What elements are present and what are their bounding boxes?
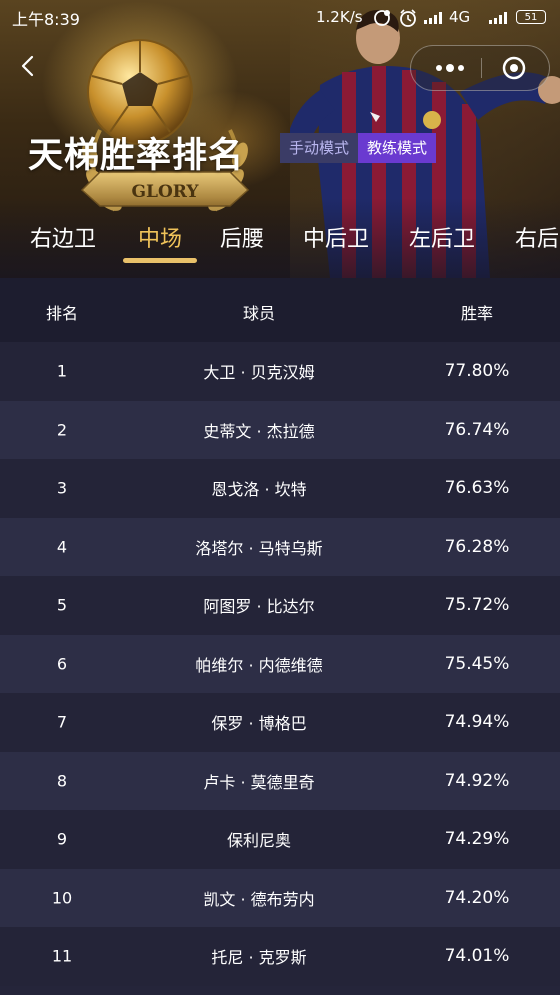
player-name-cell: 恩戈洛 · 坎特 bbox=[211, 480, 307, 500]
player-name-cell: 史蒂文 · 杰拉德 bbox=[203, 421, 315, 441]
rank-cell: 11 bbox=[51, 946, 73, 966]
table-row[interactable]: 10 凯文 · 德布劳内 74.20% bbox=[0, 868, 560, 927]
close-target-icon[interactable] bbox=[483, 46, 545, 90]
rank-cell: 2 bbox=[56, 420, 68, 440]
player-name-cell: 大卫 · 贝克汉姆 bbox=[203, 363, 315, 383]
mode-switch: 手动模式 教练模式 bbox=[280, 133, 437, 163]
miniprogram-capsule bbox=[410, 45, 550, 91]
column-win-rate: 胜率 bbox=[460, 304, 493, 323]
player-name-cell: 帕维尔 · 内德维德 bbox=[195, 655, 323, 675]
rank-cell: 9 bbox=[56, 829, 68, 849]
win-rate-cell: 77.80% bbox=[444, 361, 510, 382]
signal-icon bbox=[424, 12, 442, 24]
table-row[interactable]: 8 卢卡 · 莫德里奇 74.92% bbox=[0, 751, 560, 810]
rank-cell: 3 bbox=[56, 478, 68, 498]
table-row[interactable]: 6 帕维尔 · 内德维德 75.45% bbox=[0, 634, 560, 693]
status-network: 4G bbox=[449, 8, 471, 26]
mode-manual-button[interactable]: 手动模式 bbox=[280, 133, 359, 163]
status-time: 上午8:39 bbox=[12, 10, 80, 29]
player-name-cell: 保罗 · 博格巴 bbox=[211, 714, 307, 734]
table-row[interactable]: 9 保利尼奥 74.29% bbox=[0, 810, 560, 869]
tab-right-wing[interactable]: 右后 bbox=[515, 221, 559, 253]
battery-icon: 51 bbox=[516, 10, 546, 24]
mode-coach-button[interactable]: 教练模式 bbox=[358, 133, 437, 163]
status-bar: 上午8:39 1.2K/s 4G 51 bbox=[0, 0, 560, 36]
tab-midfield[interactable]: 中场 bbox=[138, 221, 182, 253]
win-rate-cell: 74.01% bbox=[444, 946, 510, 967]
win-rate-cell: 74.92% bbox=[444, 770, 510, 791]
ladder-ranking-page: GLORY 上午8:39 1.2K/s 4G 51 天梯胜率排名 手动模式 教练… bbox=[0, 0, 560, 995]
rank-cell: 8 bbox=[56, 771, 68, 791]
win-rate-cell: 76.74% bbox=[444, 419, 510, 440]
win-rate-cell: 75.72% bbox=[444, 595, 510, 616]
table-header: 排名 球员 胜率 bbox=[0, 278, 560, 342]
position-tabs: 右边卫 中场 后腰 中后卫 左后卫 右后 bbox=[0, 218, 560, 268]
table-row[interactable]: 5 阿图罗 · 比达尔 75.72% bbox=[0, 576, 560, 635]
player-name-cell: 保利尼奥 bbox=[226, 831, 291, 851]
win-rate-cell: 74.29% bbox=[444, 829, 510, 850]
rank-cell: 4 bbox=[56, 537, 68, 557]
rank-cell: 10 bbox=[51, 888, 73, 908]
more-icon[interactable] bbox=[421, 46, 479, 90]
page-title: 天梯胜率排名 bbox=[28, 136, 245, 176]
win-rate-cell: 75.45% bbox=[444, 653, 510, 674]
table-row[interactable]: 4 洛塔尔 · 马特乌斯 76.28% bbox=[0, 517, 560, 576]
tab-left-back[interactable]: 左后卫 bbox=[409, 221, 475, 253]
rank-cell: 1 bbox=[56, 361, 68, 381]
column-rank: 排名 bbox=[45, 304, 78, 323]
rank-cell: 6 bbox=[56, 654, 68, 674]
table-row[interactable]: 1 大卫 · 贝克汉姆 77.80% bbox=[0, 342, 560, 401]
table-row[interactable]: 7 保罗 · 博格巴 74.94% bbox=[0, 693, 560, 752]
tab-right-back[interactable]: 右边卫 bbox=[30, 221, 96, 253]
ranking-table: 排名 球员 胜率 1 大卫 · 贝克汉姆 77.80% 2 史蒂文 · 杰拉德 76.74… bbox=[0, 278, 560, 986]
player-name-cell: 卢卡 · 莫德里奇 bbox=[203, 772, 315, 792]
alarm-icon bbox=[400, 9, 416, 27]
table-row[interactable]: 11 托尼 · 克罗斯 74.01% bbox=[0, 927, 560, 986]
rank-cell: 5 bbox=[56, 595, 68, 615]
player-name-cell: 凯文 · 德布劳内 bbox=[203, 889, 315, 909]
table-row[interactable]: 3 恩戈洛 · 坎特 76.63% bbox=[0, 459, 560, 518]
rank-cell: 7 bbox=[56, 712, 68, 732]
signal-icon bbox=[489, 12, 507, 24]
capsule-divider bbox=[481, 58, 482, 78]
column-player: 球员 bbox=[242, 304, 275, 323]
win-rate-cell: 74.94% bbox=[444, 712, 510, 733]
win-rate-cell: 74.20% bbox=[444, 887, 510, 908]
player-name-cell: 洛塔尔 · 马特乌斯 bbox=[195, 538, 323, 558]
wifi-icon bbox=[374, 10, 390, 26]
table-body: 1 大卫 · 贝克汉姆 77.80% 2 史蒂文 · 杰拉德 76.74% 3 恩戈洛 · 坎… bbox=[0, 342, 560, 986]
win-rate-cell: 76.28% bbox=[444, 536, 510, 557]
active-tab-indicator bbox=[123, 258, 197, 263]
status-speed: 1.2K/s bbox=[316, 8, 363, 26]
back-icon[interactable] bbox=[16, 52, 40, 80]
tab-defensive-mid[interactable]: 后腰 bbox=[220, 221, 264, 253]
table-row[interactable]: 2 史蒂文 · 杰拉德 76.74% bbox=[0, 400, 560, 459]
player-name-cell: 托尼 · 克罗斯 bbox=[211, 948, 307, 968]
player-name-cell: 阿图罗 · 比达尔 bbox=[203, 597, 315, 617]
win-rate-cell: 76.63% bbox=[444, 478, 510, 499]
tab-center-back[interactable]: 中后卫 bbox=[303, 221, 369, 253]
